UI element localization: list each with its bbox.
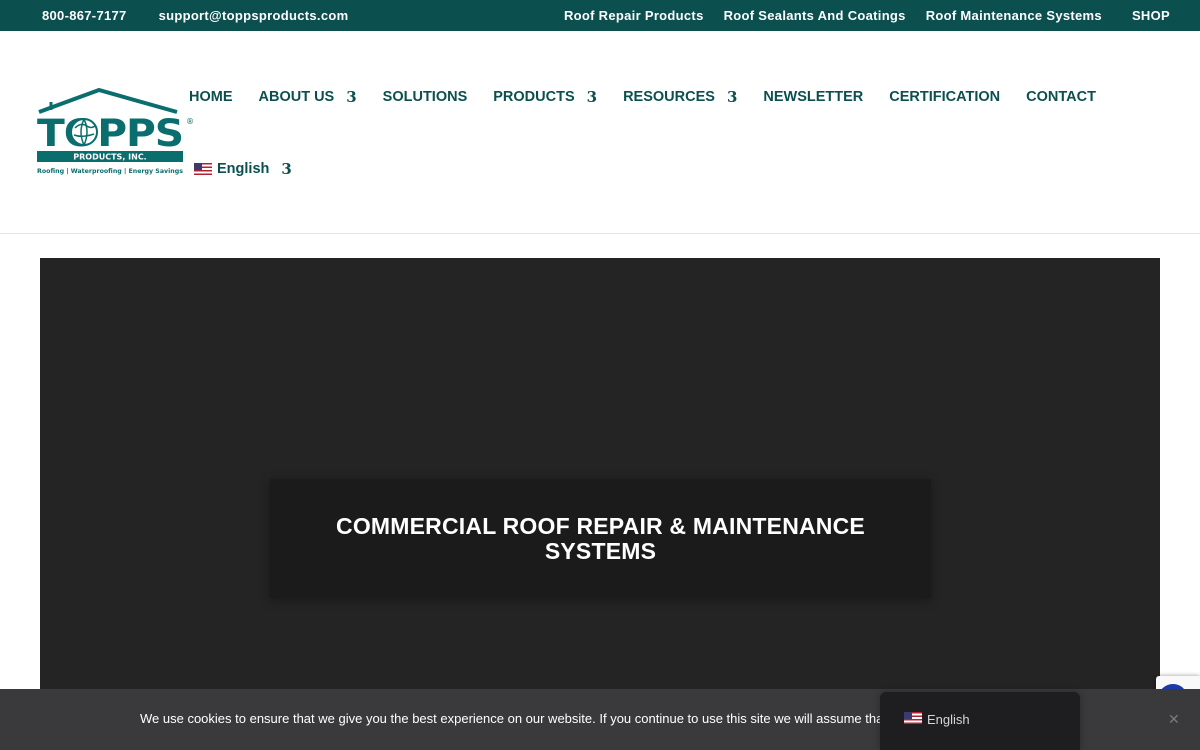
nav-item-contact[interactable]: CONTACT (1026, 89, 1096, 105)
cookie-message: We use cookies to ensure that we give yo… (140, 711, 885, 726)
nav-item-home[interactable]: HOME (189, 89, 233, 105)
nav-label: CERTIFICATION (889, 89, 1001, 105)
nav-label: PRODUCTS (493, 89, 575, 105)
nav-label: ABOUT US (258, 89, 335, 105)
chevron-down-icon: 3 (281, 160, 292, 178)
nav-label: SOLUTIONS (382, 89, 468, 105)
language-switcher[interactable]: English (880, 692, 1080, 750)
nav-item-certification[interactable]: CERTIFICATION (889, 89, 1000, 105)
email-link[interactable]: support@toppsproducts.com (159, 8, 349, 23)
hero-title: COMMERCIAL ROOF REPAIR & MAINTENANCE SYS… (336, 512, 865, 564)
main-nav: HOME ABOUT US 3 SOLUTIONS PRODUCTS 3 RESOU… (189, 88, 1122, 106)
contact-info: 800-867-7177 support@toppsproducts.com (42, 8, 348, 23)
logo-wordmark: TOPPS (37, 112, 183, 155)
site-header: TOPPS ® PRODUCTS, INC. Roofing | Waterpr… (0, 31, 1200, 234)
hero-title-card: COMMERCIAL ROOF REPAIR & MAINTENANCE SYS… (270, 479, 931, 598)
shop-link[interactable]: SHOP (1132, 8, 1170, 23)
svg-text:®: ® (186, 117, 193, 126)
nav-label: NEWSLETTER (763, 89, 864, 105)
logo-sub: PRODUCTS, INC. (73, 153, 146, 162)
top-link-roof-sealants-coatings[interactable]: Roof Sealants And Coatings (724, 8, 906, 23)
top-link-roof-maintenance-systems[interactable]: Roof Maintenance Systems (926, 8, 1102, 23)
top-bar: 800-867-7177 support@toppsproducts.com R… (0, 0, 1200, 31)
chevron-down-icon: 3 (726, 88, 738, 106)
close-icon[interactable]: ✕ (1168, 711, 1180, 728)
nav-label: CONTACT (1026, 89, 1096, 105)
nav-item-newsletter[interactable]: NEWSLETTER (763, 89, 863, 105)
chevron-down-icon: 3 (586, 88, 598, 106)
nav-item-resources[interactable]: RESOURCES 3 (623, 88, 737, 106)
logo-graphic: TOPPS ® PRODUCTS, INC. Roofing | Waterpr… (37, 87, 194, 176)
us-flag-icon (194, 163, 212, 175)
nav-item-products[interactable]: PRODUCTS 3 (493, 88, 597, 106)
logo-tagline: Roofing | Waterproofing | Energy Savings (37, 167, 183, 176)
top-link-roof-repair-products[interactable]: Roof Repair Products (564, 8, 704, 23)
nav-item-solutions[interactable]: SOLUTIONS (383, 89, 468, 105)
hero-banner: COMMERCIAL ROOF REPAIR & MAINTENANCE SYS… (40, 258, 1160, 750)
top-links: Roof Repair Products Roof Sealants And C… (564, 8, 1170, 23)
logo[interactable]: TOPPS ® PRODUCTS, INC. Roofing | Waterpr… (37, 87, 194, 178)
us-flag-icon (904, 712, 922, 724)
language-label: English (217, 161, 270, 177)
language-menu[interactable]: English 3 (194, 160, 292, 178)
nav-item-about-us[interactable]: ABOUT US 3 (259, 88, 357, 106)
nav-label: HOME (189, 89, 233, 105)
phone-link[interactable]: 800-867-7177 (42, 8, 127, 23)
nav-label: RESOURCES (623, 89, 715, 105)
language-switcher-label: English (927, 712, 970, 727)
chevron-down-icon: 3 (346, 88, 357, 106)
